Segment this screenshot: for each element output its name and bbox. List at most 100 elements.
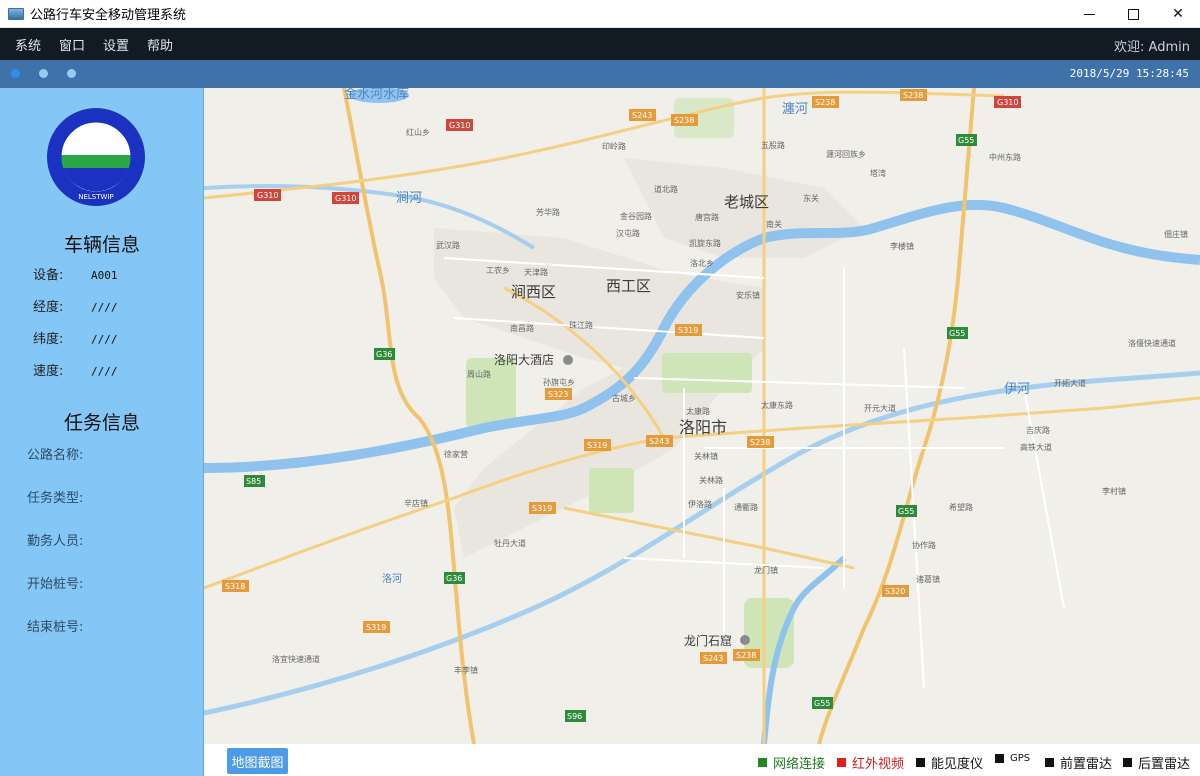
close-button[interactable]: ✕	[1155, 0, 1200, 28]
svg-text:洛北乡: 洛北乡	[690, 258, 714, 268]
network-indicator: 网络连接	[758, 753, 825, 772]
road-sign-s319-c: S319	[529, 502, 556, 514]
road-sign-g55-d: G55	[812, 697, 833, 709]
status-square-icon	[1045, 758, 1054, 767]
rear-radar-label: 后置雷达	[1138, 757, 1191, 772]
road-sign-s318: S318	[222, 580, 249, 592]
map-view[interactable]: G310 G310 G310 G310 S243 S243 S243 S238 …	[204, 88, 1200, 744]
speed-row: 速度: ////	[33, 360, 118, 379]
menu-system[interactable]: 系统	[15, 35, 41, 54]
svg-text:金谷园路: 金谷园路	[620, 211, 652, 221]
svg-text:S238: S238	[674, 116, 694, 125]
minimize-icon	[1083, 13, 1095, 15]
road-sign-g310-e: G310	[994, 96, 1021, 108]
latitude-row: 纬度: ////	[33, 328, 118, 347]
svg-text:伊洛路: 伊洛路	[688, 499, 712, 509]
visibility-indicator: 能见度仪	[916, 753, 983, 772]
svg-text:G55: G55	[814, 699, 830, 708]
landmark-hotel: 洛阳大酒店	[494, 352, 554, 367]
svg-text:塔湾: 塔湾	[870, 168, 886, 178]
minimize-button[interactable]	[1066, 0, 1112, 28]
svg-text:通衢路: 通衢路	[734, 502, 758, 512]
maximize-icon	[1127, 8, 1139, 20]
svg-text:S319: S319	[366, 623, 386, 632]
svg-text:G310: G310	[449, 121, 470, 130]
task-info-title: 任务信息	[63, 412, 140, 434]
menu-settings[interactable]: 设置	[103, 35, 129, 54]
water-label-yihe: 伊河	[1004, 382, 1030, 397]
device-label: 设备:	[33, 268, 64, 283]
svg-text:G310: G310	[335, 194, 356, 203]
svg-text:S323: S323	[548, 390, 568, 399]
road-sign-g310-w2: G310	[332, 192, 359, 204]
road-sign-s238-b: S238	[812, 96, 839, 108]
app-icon	[8, 7, 24, 20]
svg-text:唐宫路: 唐宫路	[695, 212, 719, 222]
speed-value: ////	[91, 365, 118, 378]
svg-text:古城乡: 古城乡	[612, 393, 636, 403]
svg-text:S238: S238	[815, 98, 835, 107]
road-sign-g55-c: G55	[896, 505, 917, 517]
front-radar-label: 前置雷达	[1060, 757, 1113, 772]
svg-text:诸葛镇: 诸葛镇	[916, 574, 940, 584]
svg-text:协作路: 协作路	[912, 540, 936, 550]
svg-text:李村镇: 李村镇	[1102, 486, 1126, 496]
bottom-bar: 地图截图 网络连接 红外视频 能见度仪 GPS 前置雷达 后置雷达	[204, 744, 1200, 776]
water-label-jianhe: 涧河	[396, 191, 422, 206]
svg-text:NELSTWIP: NELSTWIP	[78, 193, 114, 201]
svg-text:汉屯路: 汉屯路	[616, 228, 640, 238]
menu-window[interactable]: 窗口	[59, 35, 85, 54]
road-sign-s320: S320	[882, 585, 909, 597]
status-strip: 2018/5/29 15:28:45	[0, 60, 1200, 88]
road-sign-s238-d: S238	[747, 436, 774, 448]
staff-label: 勤务人员:	[27, 534, 84, 549]
svg-text:G55: G55	[958, 136, 974, 145]
district-xigong: 西工区	[606, 277, 651, 295]
vehicle-info-title: 车辆信息	[63, 234, 140, 256]
svg-text:瀍河回族乡: 瀍河回族乡	[826, 149, 866, 159]
latitude-label: 纬度:	[33, 332, 64, 347]
road-sign-g310-w: G310	[254, 189, 281, 201]
district-jianxi: 涧西区	[511, 283, 556, 301]
clock: 2018/5/29 15:28:45	[1069, 67, 1189, 80]
close-icon: ✕	[1172, 6, 1184, 22]
svg-text:太康东路: 太康东路	[761, 400, 793, 410]
map-screenshot-button[interactable]: 地图截图	[227, 748, 288, 774]
visibility-label: 能见度仪	[931, 757, 984, 772]
page-dot-1[interactable]	[11, 69, 20, 78]
svg-text:S243: S243	[649, 437, 669, 446]
district-laocheng: 老城区	[724, 193, 769, 211]
map-canvas[interactable]: G310 G310 G310 G310 S243 S243 S243 S238 …	[204, 88, 1200, 744]
scenic-icon	[740, 635, 750, 645]
gps-label: GPS	[1010, 753, 1031, 764]
svg-text:武汉路: 武汉路	[436, 240, 460, 250]
svg-text:凯旋东路: 凯旋东路	[689, 238, 721, 248]
longitude-label: 经度:	[33, 300, 64, 315]
road-sign-g36-b: G36	[444, 572, 465, 584]
svg-text:孙旗屯乡: 孙旗屯乡	[543, 377, 575, 387]
longitude-value: ////	[91, 301, 118, 314]
road-sign-g310: G310	[446, 119, 473, 131]
landmark-longmen: 龙门石窟	[684, 633, 732, 648]
speed-label: 速度:	[33, 364, 64, 379]
window-title: 公路行车安全移动管理系统	[30, 8, 187, 23]
svg-text:牡丹大道: 牡丹大道	[494, 538, 526, 548]
road-sign-g36: G36	[374, 348, 395, 360]
organization-logo: NELSTWIP	[47, 108, 145, 206]
svg-text:G36: G36	[446, 574, 462, 583]
svg-text:徐家营: 徐家营	[444, 449, 468, 459]
menu-help[interactable]: 帮助	[147, 35, 173, 54]
road-sign-s243-b: S243	[646, 435, 673, 447]
svg-text:洛宜快速通道: 洛宜快速通道	[272, 654, 320, 664]
svg-text:S238: S238	[736, 651, 756, 660]
page-dot-2[interactable]	[39, 69, 48, 78]
device-row: 设备: A001	[33, 264, 118, 283]
network-label: 网络连接	[773, 757, 826, 772]
start-stake-label: 开始桩号:	[27, 577, 84, 592]
page-dot-3[interactable]	[67, 69, 76, 78]
svg-text:S238: S238	[903, 91, 923, 100]
maximize-button[interactable]	[1110, 0, 1156, 28]
city-luoyang: 洛阳市	[679, 418, 727, 437]
status-square-icon	[837, 758, 846, 767]
svg-text:工农乡: 工农乡	[486, 265, 510, 275]
